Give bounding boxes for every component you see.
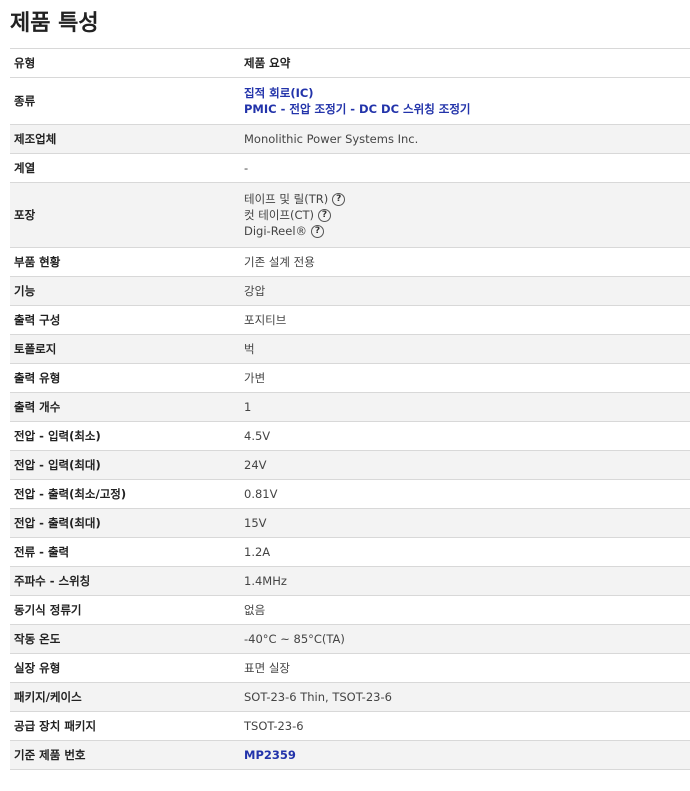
table-row: 출력 개수 1 bbox=[10, 392, 690, 422]
row-label: 기준 제품 번호 bbox=[10, 740, 238, 770]
table-row: 작동 온도 -40°C ~ 85°C(TA) bbox=[10, 624, 690, 654]
row-label: 실장 유형 bbox=[10, 653, 238, 683]
table-row: 기능 강압 bbox=[10, 276, 690, 306]
row-value: 15V bbox=[238, 508, 690, 538]
packaging-ct: 컷 테이프(CT) bbox=[244, 208, 315, 222]
table-row: 종류 집적 회로(IC) PMIC - 전압 조정기 - DC DC 스위칭 조… bbox=[10, 77, 690, 125]
table-row: 계열 - bbox=[10, 153, 690, 183]
row-label: 전압 - 출력(최대) bbox=[10, 508, 238, 538]
row-label: 전류 - 출력 bbox=[10, 537, 238, 567]
table-row: 전압 - 출력(최대) 15V bbox=[10, 508, 690, 538]
row-value: Monolithic Power Systems Inc. bbox=[238, 124, 690, 154]
row-value: - bbox=[238, 153, 690, 183]
product-attributes-table: 유형 제품 요약 종류 집적 회로(IC) PMIC - 전압 조정기 - DC… bbox=[10, 48, 690, 770]
row-value: 벅 bbox=[238, 334, 690, 364]
row-label: 전압 - 출력(최소/고정) bbox=[10, 479, 238, 509]
row-label: 패키지/케이스 bbox=[10, 682, 238, 712]
row-value: 강압 bbox=[238, 276, 690, 306]
table-row: 전압 - 입력(최소) 4.5V bbox=[10, 421, 690, 451]
row-value: 포지티브 bbox=[238, 305, 690, 335]
page-title: 제품 특성 bbox=[10, 11, 99, 36]
packaging-digireel: Digi-Reel® bbox=[244, 224, 308, 238]
table-row: 출력 구성 포지티브 bbox=[10, 305, 690, 335]
row-label: 제조업체 bbox=[10, 124, 238, 154]
header-type: 유형 bbox=[10, 48, 238, 78]
row-label: 출력 구성 bbox=[10, 305, 238, 335]
row-label: 전압 - 입력(최소) bbox=[10, 421, 238, 451]
row-value: 1 bbox=[238, 392, 690, 422]
row-label: 작동 온도 bbox=[10, 624, 238, 654]
row-value: -40°C ~ 85°C(TA) bbox=[238, 624, 690, 654]
row-label: 공급 장치 패키지 bbox=[10, 711, 238, 741]
category-link-ic[interactable]: 집적 회로(IC) bbox=[244, 85, 690, 101]
row-label: 동기식 정류기 bbox=[10, 595, 238, 625]
category-link-dcdc[interactable]: PMIC - 전압 조정기 - DC DC 스위칭 조정기 bbox=[244, 101, 690, 117]
packaging-tr: 테이프 및 릴(TR) bbox=[244, 192, 329, 206]
row-label: 출력 개수 bbox=[10, 392, 238, 422]
table-row: 기준 제품 번호 MP2359 bbox=[10, 740, 690, 770]
row-label: 토폴로지 bbox=[10, 334, 238, 364]
row-label: 포장 bbox=[10, 182, 238, 248]
table-row: 부품 현황 기존 설계 전용 bbox=[10, 247, 690, 277]
row-label: 부품 현황 bbox=[10, 247, 238, 277]
table-row: 주파수 - 스위칭 1.4MHz bbox=[10, 566, 690, 596]
table-row: 전압 - 입력(최대) 24V bbox=[10, 450, 690, 480]
row-value: 4.5V bbox=[238, 421, 690, 451]
help-icon[interactable]: ? bbox=[332, 193, 346, 206]
header-summary: 제품 요약 bbox=[238, 48, 690, 78]
base-product-number-link[interactable]: MP2359 bbox=[244, 748, 296, 762]
row-value: 1.2A bbox=[238, 537, 690, 567]
row-value: 표면 실장 bbox=[238, 653, 690, 683]
row-value: 0.81V bbox=[238, 479, 690, 509]
row-value: 기존 설계 전용 bbox=[238, 247, 690, 277]
row-label: 주파수 - 스위칭 bbox=[10, 566, 238, 596]
row-label: 전압 - 입력(최대) bbox=[10, 450, 238, 480]
table-row: 출력 유형 가변 bbox=[10, 363, 690, 393]
table-row: 포장 테이프 및 릴(TR)? 컷 테이프(CT)? Digi-Reel®? bbox=[10, 182, 690, 248]
table-row: 공급 장치 패키지 TSOT-23-6 bbox=[10, 711, 690, 741]
row-value: 1.4MHz bbox=[238, 566, 690, 596]
table-row: 전류 - 출력 1.2A bbox=[10, 537, 690, 567]
table-row: 제조업체 Monolithic Power Systems Inc. bbox=[10, 124, 690, 154]
row-label: 기능 bbox=[10, 276, 238, 306]
table-row: 실장 유형 표면 실장 bbox=[10, 653, 690, 683]
row-label: 종류 bbox=[10, 77, 238, 125]
row-label: 계열 bbox=[10, 153, 238, 183]
row-value: 가변 bbox=[238, 363, 690, 393]
row-value: 24V bbox=[238, 450, 690, 480]
row-value: SOT-23-6 Thin, TSOT-23-6 bbox=[238, 682, 690, 712]
table-row: 토폴로지 벅 bbox=[10, 334, 690, 364]
help-icon[interactable]: ? bbox=[318, 209, 332, 222]
table-header-row: 유형 제품 요약 bbox=[10, 48, 690, 78]
table-row: 전압 - 출력(최소/고정) 0.81V bbox=[10, 479, 690, 509]
row-label: 출력 유형 bbox=[10, 363, 238, 393]
help-icon[interactable]: ? bbox=[311, 225, 325, 238]
row-value: TSOT-23-6 bbox=[238, 711, 690, 741]
table-row: 패키지/케이스 SOT-23-6 Thin, TSOT-23-6 bbox=[10, 682, 690, 712]
row-value: 없음 bbox=[238, 595, 690, 625]
table-row: 동기식 정류기 없음 bbox=[10, 595, 690, 625]
